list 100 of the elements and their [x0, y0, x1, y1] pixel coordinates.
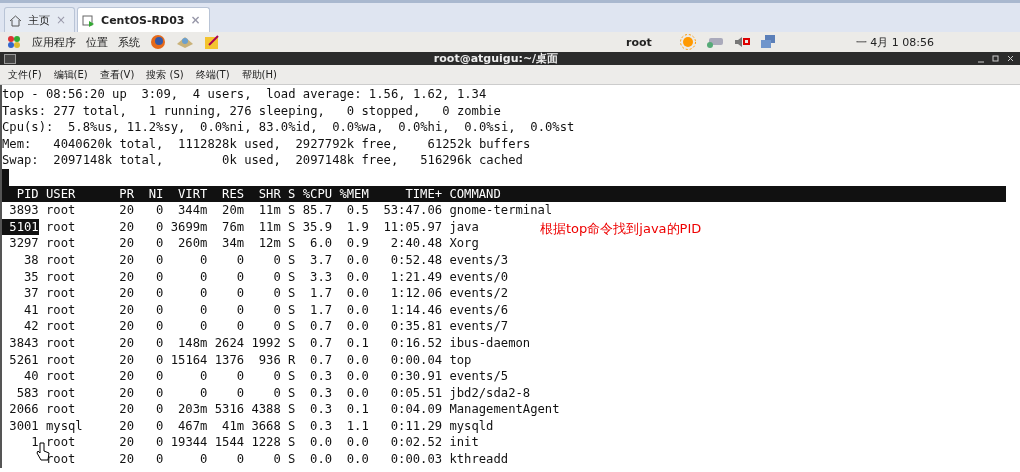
- table-cell-text: 0: [155, 318, 164, 335]
- volume-muted-icon[interactable]: [733, 35, 750, 49]
- table-cell-text: 3297: [8, 235, 39, 252]
- table-cell-text: 41m: [221, 417, 245, 435]
- table-cell-text: 0:00.03: [389, 451, 443, 468]
- table-cell-text: 260m: [177, 235, 208, 252]
- hand-pointer-icon: [36, 442, 50, 462]
- table-cell-text: 40: [23, 368, 39, 385]
- table-cell-text: 1.1: [345, 417, 369, 435]
- table-cell-text: 0.0: [309, 434, 333, 452]
- table-cell-text: 41: [23, 301, 39, 319]
- table-cell-text: 0.3: [309, 384, 333, 402]
- table-cell-text: root: [46, 384, 77, 402]
- menu-item[interactable]: 终端(T): [195, 67, 230, 82]
- table-cell: ibus-daemon: [449, 334, 531, 352]
- table-cell-text: 0: [155, 218, 164, 236]
- table-cell-text: 20: [118, 334, 135, 352]
- table-cell-text: 0.1: [345, 334, 369, 352]
- menu-item[interactable]: 搜索 (S): [146, 67, 184, 82]
- table-cell-text: 2066: [8, 401, 39, 418]
- table-cell-text: 583: [15, 384, 39, 402]
- window-controls-icon[interactable]: [976, 54, 1016, 63]
- table-cell-text: root: [46, 251, 77, 269]
- table-cell-text: 0: [235, 251, 245, 269]
- panel-menu[interactable]: 应用程序: [32, 34, 76, 50]
- table-cell-text: 1.9: [345, 218, 369, 236]
- table-cell-text: root: [46, 285, 77, 302]
- panel-menu[interactable]: 系统: [118, 34, 140, 50]
- table-cell-text: 0: [199, 301, 208, 319]
- table-cell-text: 0: [199, 318, 208, 335]
- table-cell-text: 0.0: [345, 251, 369, 269]
- table-cell-text: 20: [118, 401, 135, 418]
- table-cell-text: root: [46, 218, 77, 236]
- tab[interactable]: 主页 ×: [4, 7, 76, 32]
- menu-item[interactable]: 文件(F): [8, 67, 42, 82]
- table-cell-text: 1:14.46: [389, 301, 443, 319]
- table-cell-text: 0.0: [345, 384, 369, 402]
- table-cell-text: S: [287, 401, 296, 418]
- table-cell-text: 42: [23, 318, 39, 335]
- table-cell-text: 0: [235, 301, 245, 319]
- table-cell-text: 0:05.51: [389, 384, 443, 402]
- table-cell-text: S: [287, 334, 296, 352]
- table-cell-text: 0: [155, 301, 164, 319]
- table-cell-text: root: [46, 351, 77, 369]
- table-cell-text: 12m: [257, 235, 281, 252]
- table-cell-text: 3001: [8, 417, 39, 435]
- table-cell-text: S: [287, 368, 296, 385]
- table-cell-text: 1.7: [309, 285, 333, 302]
- table-cell-text: 344m: [177, 202, 208, 219]
- menu-item[interactable]: 编辑(E): [53, 67, 88, 82]
- notepad-icon[interactable]: [204, 34, 220, 50]
- table-cell-text: %CPU: [301, 185, 333, 203]
- tab-label: 主页: [28, 12, 50, 28]
- table-cell-text: 0: [155, 235, 164, 252]
- table-cell-text: S: [287, 235, 296, 252]
- table-cell-text: 0: [235, 451, 245, 468]
- table-cell-text: RES: [221, 185, 245, 203]
- summary-line: Cpu(s): 5.8%us, 11.2%sy, 0.0%ni, 83.0%id, 0.0%wa, 0.0%hi, 0.0%si, 0.0%st: [2, 120, 575, 135]
- summary-line: top - 08:56:20 up 3:09, 4 users, load average: 1.56, 1.62, 1.34: [2, 87, 487, 101]
- table-cell-text: 53:47.06: [382, 202, 443, 219]
- table-cell-text: NI: [147, 185, 164, 203]
- table-cell-text: 0: [272, 285, 281, 302]
- table-cell-text: 0: [199, 285, 208, 302]
- table-cell-text: 2:40.48: [389, 235, 443, 252]
- table-cell-text: 0.0: [345, 434, 369, 452]
- menu-item[interactable]: 帮助(H): [241, 67, 277, 82]
- panel-menu[interactable]: 位置: [86, 34, 108, 50]
- table-cell-text: 0: [272, 268, 281, 286]
- table-cell: events/3: [449, 251, 509, 269]
- table-cell-text: 20: [118, 384, 135, 402]
- table-cell-text: 76m: [221, 218, 245, 236]
- table-cell-text: S: [287, 218, 296, 236]
- table-cell-text: 3893: [8, 202, 39, 219]
- table-cell-text: 1:12.06: [389, 285, 443, 302]
- table-cell-text: 0: [155, 451, 164, 468]
- table-cell: ManagementAgent: [449, 401, 560, 418]
- summary-line: Mem: 4040620k total, 1112828k used, 2927792k free, 61252k buffers: [2, 136, 531, 151]
- monitors-icon[interactable]: [759, 34, 776, 50]
- table-cell-text: 20: [118, 251, 135, 269]
- table-cell-text: SHR: [257, 185, 281, 203]
- menu-item[interactable]: 查看(V): [99, 67, 135, 82]
- table-cell-text: R: [287, 351, 296, 369]
- clock[interactable]: 一 4月 1 08:56: [855, 34, 934, 50]
- table-cell: mysqld: [449, 417, 494, 435]
- browser-icon[interactable]: [150, 34, 166, 50]
- table-cell: gnome-terminal: [449, 202, 553, 219]
- table-cell-text: 20: [118, 417, 135, 435]
- table-cell-text: 20: [118, 368, 135, 385]
- table-cell-text: 0.0: [345, 301, 369, 319]
- table-cell-text: 38: [23, 251, 39, 269]
- table-cell-text: 0: [155, 351, 164, 369]
- table-cell-text: 0:11.29: [389, 417, 443, 435]
- table-cell-text: 0.0: [345, 285, 369, 302]
- table-cell-text: 35: [23, 268, 39, 286]
- table-cell-text: 0.7: [309, 334, 333, 352]
- table-cell-text: 0: [272, 451, 281, 468]
- table-cell-text: root: [46, 235, 77, 252]
- table-cell: kthreadd: [449, 451, 509, 468]
- tab[interactable]: CentOS-RD03 ×: [77, 7, 210, 32]
- table-cell-text: 3668: [250, 417, 281, 435]
